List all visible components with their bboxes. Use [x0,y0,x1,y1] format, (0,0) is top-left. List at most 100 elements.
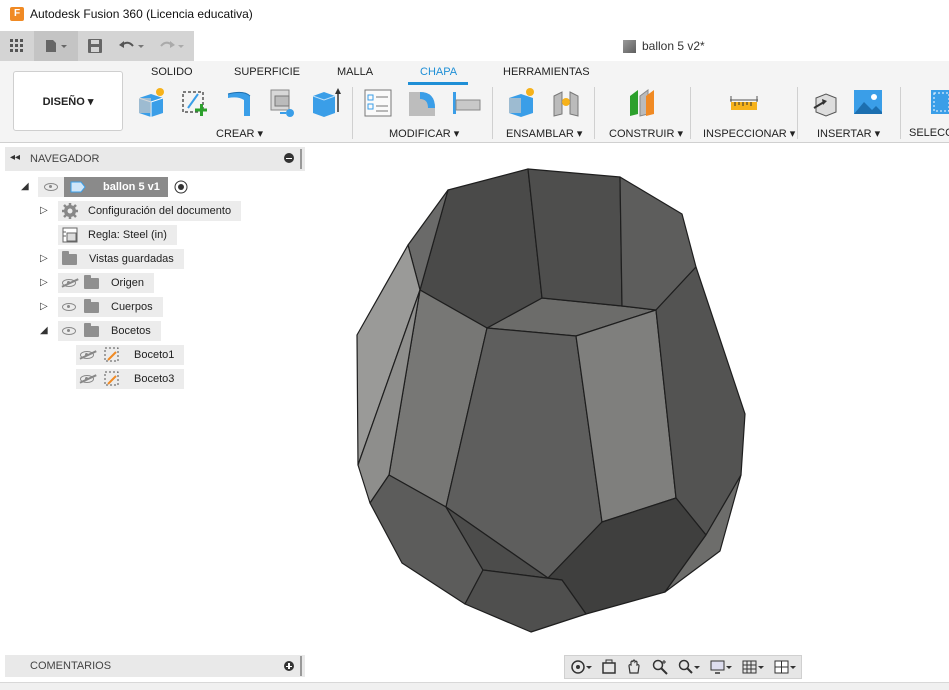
ruler-document-icon [62,227,78,243]
collapse-panel-icon[interactable]: ◂◂ [10,152,20,163]
tree-chip: Boceto3 [76,369,185,389]
tree-item-rule[interactable]: Regla: Steel (in) [58,225,177,245]
group-inspeccionar[interactable]: INSPECCIONAR ▾ [703,127,795,140]
tree-item-origin[interactable]: Origen [58,273,155,293]
viewports-icon[interactable] [774,659,796,675]
zoom-icon[interactable] [652,659,668,675]
group-ensamblar[interactable]: ENSAMBLAR ▾ [506,127,582,140]
tab-malla[interactable]: MALLA [337,66,373,78]
tree-expand-icon[interactable]: ▷ [40,301,48,312]
save-button[interactable] [78,31,112,61]
new-component-icon[interactable] [136,86,168,118]
tree-item-label: Boceto1 [134,349,175,361]
tree-item-label: Bocetos [111,325,151,337]
measure-icon[interactable] [728,86,760,118]
insert-derive-icon[interactable] [810,86,842,118]
visibility-hidden-icon[interactable] [80,375,94,383]
create-sketch-icon[interactable] [180,86,212,118]
visibility-eye-icon[interactable] [44,183,58,191]
visibility-hidden-icon[interactable] [62,279,76,287]
tree-item-label: Vistas guardadas [89,253,174,265]
file-menu-button[interactable] [34,31,78,61]
tab-herramientas[interactable]: HERRAMIENTAS [503,66,590,78]
panel-resize-handle[interactable] [300,149,302,169]
file-icon [46,40,67,52]
folder-icon [62,250,77,265]
select-icon[interactable] [928,86,949,118]
tree-expand-icon[interactable]: ▷ [40,277,48,288]
fusion-logo-icon: F [10,7,24,21]
save-icon [88,39,102,53]
insert-image-icon[interactable] [852,86,884,118]
tree-chip: Configuración del documento [58,201,242,221]
tree-item-saved-views[interactable]: Vistas guardadas [58,249,184,269]
joint-icon[interactable] [550,86,582,118]
tree-root-chip: ballon 5 v1 [38,177,168,197]
tree-collapse-root-icon[interactable]: ◢ [21,181,29,192]
offset-plane-icon[interactable] [626,86,658,118]
status-bar [0,682,949,690]
fit-zoom-icon[interactable] [678,659,700,675]
pan-hand-icon[interactable] [626,659,642,675]
tree-collapse-icon[interactable]: ◢ [40,325,48,336]
folder-icon [84,274,99,289]
press-pull-icon[interactable] [450,86,482,118]
unfold-icon[interactable] [266,86,298,118]
navigation-toolbar [564,655,802,679]
tab-solido[interactable]: SOLIDO [151,66,193,78]
tree-item-document-settings[interactable]: Configuración del documento [58,201,242,221]
flange-icon[interactable] [224,86,256,118]
folder-icon [84,322,99,337]
activate-radio-icon[interactable] [174,180,188,194]
root-label: ballon 5 v1 [103,181,160,193]
extrude-icon[interactable] [310,86,342,118]
grid-settings-icon[interactable] [742,659,764,675]
group-seleccionar[interactable]: SELECCIO [909,127,949,139]
tree-item-sketch[interactable]: Boceto1 [76,345,185,365]
ribbon-separator [797,87,798,139]
workspace-switcher[interactable]: DISEÑO ▾ [13,71,123,131]
look-at-icon[interactable] [602,659,616,675]
tree-expand-icon[interactable]: ▷ [40,205,48,216]
visibility-eye-icon[interactable] [62,303,76,311]
group-modificar[interactable]: MODIFICAR ▾ [389,127,459,140]
visibility-eye-icon[interactable] [62,327,76,335]
active-tab-indicator [408,82,468,85]
orbit-icon[interactable] [570,659,592,675]
group-construir[interactable]: CONSTRUIR ▾ [609,127,683,140]
tree-root[interactable]: ballon 5 v1 [38,177,188,197]
fillet-icon[interactable] [406,86,438,118]
component-icon [623,39,636,53]
tree-item-sketches[interactable]: Bocetos [58,321,161,341]
tree-item-sketch[interactable]: Boceto3 [76,369,185,389]
ribbon-separator [900,87,901,139]
ribbon-separator [492,87,493,139]
faceted-balloon-model[interactable] [356,168,746,633]
redo-icon [160,41,184,48]
plus-glyph-vertical [288,663,290,669]
tree-item-bodies[interactable]: Cuerpos [58,297,163,317]
document-tab[interactable]: ballon 5 v2* [194,31,949,61]
sketch-icon [104,347,119,362]
group-insertar[interactable]: INSERTAR ▾ [817,127,880,140]
tab-superficie[interactable]: SUPERFICIE [234,66,300,78]
visibility-hidden-icon[interactable] [80,351,94,359]
component-root-icon [70,181,86,193]
panel-resize-handle[interactable] [300,656,302,676]
group-crear[interactable]: CREAR ▾ [216,127,263,140]
title-bar: F Autodesk Fusion 360 (Licencia educativ… [0,0,949,28]
tree-expand-icon[interactable]: ▷ [40,253,48,264]
model-viewport[interactable] [306,143,949,653]
minus-glyph [286,157,292,159]
undo-button[interactable] [112,31,152,61]
tree-item-label: Origen [111,277,145,289]
folder-icon [84,298,99,313]
change-parameters-icon[interactable] [362,86,394,118]
new-assembly-component-icon[interactable] [506,86,538,118]
display-settings-icon[interactable] [710,659,732,675]
tab-chapa[interactable]: CHAPA [420,66,457,78]
tree-chip: Vistas guardadas [58,249,184,269]
redo-button[interactable] [152,31,192,61]
app-grid-button[interactable] [0,31,34,61]
grid-icon [10,39,23,52]
